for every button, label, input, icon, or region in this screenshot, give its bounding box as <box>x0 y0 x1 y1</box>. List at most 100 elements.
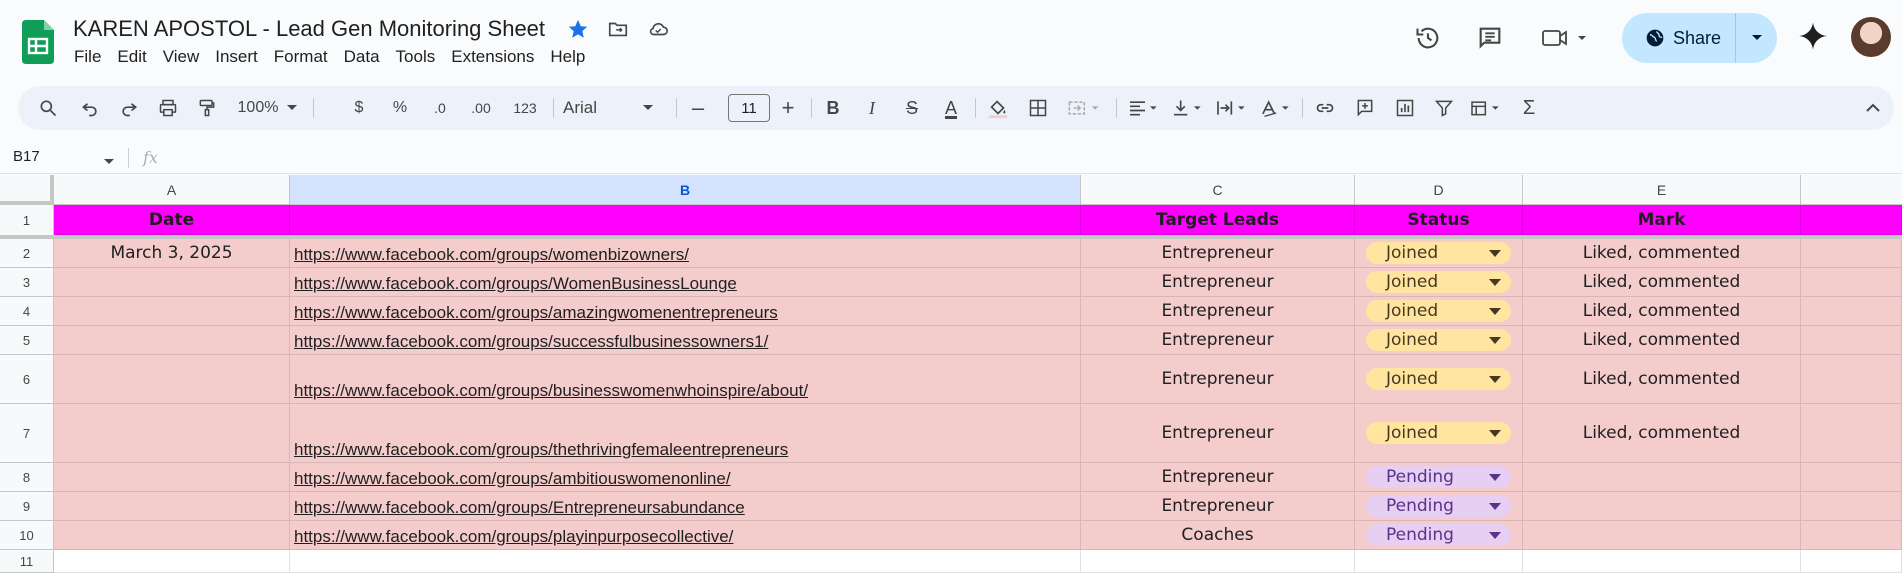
header-date[interactable]: Date <box>54 205 290 235</box>
cell-date[interactable] <box>54 326 290 355</box>
status-chip[interactable]: Joined <box>1366 329 1511 351</box>
chip-dropdown-icon[interactable] <box>1489 278 1501 286</box>
cell-status[interactable]: Joined <box>1355 297 1523 326</box>
borders-icon[interactable] <box>1021 86 1055 130</box>
cell-empty[interactable] <box>1801 404 1902 463</box>
meet-call-icon[interactable] <box>1540 22 1596 54</box>
star-icon[interactable] <box>565 16 591 42</box>
status-chip[interactable]: Pending <box>1366 524 1511 546</box>
cell-target-leads[interactable]: Coaches <box>1081 521 1355 550</box>
text-wrapping-icon[interactable] <box>1210 86 1256 130</box>
share-dropdown-icon[interactable] <box>1736 33 1777 43</box>
cell-url[interactable]: https://www.facebook.com/groups/womenbiz… <box>290 239 1081 268</box>
cell-target-leads[interactable]: Entrepreneur <box>1081 492 1355 521</box>
cell-date[interactable] <box>54 463 290 492</box>
chip-dropdown-icon[interactable] <box>1489 336 1501 344</box>
header-empty[interactable] <box>1801 205 1902 235</box>
cell-row11[interactable] <box>1081 550 1355 573</box>
increase-font-size[interactable]: + <box>772 86 804 130</box>
italic-button[interactable]: I <box>855 86 889 130</box>
version-history-icon[interactable] <box>1412 22 1444 54</box>
gemini-sparkle-icon[interactable] <box>1797 20 1829 52</box>
cell-empty[interactable] <box>1801 355 1902 404</box>
cell-row11[interactable] <box>54 550 290 573</box>
cell-row11[interactable] <box>1355 550 1523 573</box>
cell-status[interactable]: Joined <box>1355 355 1523 404</box>
paint-format-icon[interactable] <box>191 86 223 130</box>
chip-dropdown-icon[interactable] <box>1489 502 1501 510</box>
cell-url[interactable]: https://www.facebook.com/groups/successf… <box>290 326 1081 355</box>
row-header[interactable]: 11 <box>0 550 54 573</box>
menu-extensions[interactable]: Extensions <box>443 46 542 68</box>
menu-data[interactable]: Data <box>336 46 388 68</box>
menu-format[interactable]: Format <box>266 46 336 68</box>
column-header-c[interactable]: C <box>1081 175 1355 205</box>
header-url[interactable] <box>290 205 1081 235</box>
cell-target-leads[interactable]: Entrepreneur <box>1081 355 1355 404</box>
print-icon[interactable] <box>152 86 184 130</box>
row-header[interactable]: 2 <box>0 239 54 268</box>
format-percent[interactable]: % <box>385 86 415 130</box>
cell-status[interactable]: Joined <box>1355 326 1523 355</box>
cell-status[interactable]: Pending <box>1355 492 1523 521</box>
cell-target-leads[interactable]: Entrepreneur <box>1081 326 1355 355</box>
row-header[interactable]: 9 <box>0 492 54 521</box>
status-chip[interactable]: Pending <box>1366 495 1511 517</box>
filter-views-icon[interactable] <box>1464 86 1510 130</box>
share-button[interactable]: Share <box>1622 13 1777 63</box>
row-header[interactable]: 3 <box>0 268 54 297</box>
cell-row11[interactable] <box>1523 550 1801 573</box>
cell-empty[interactable] <box>1801 268 1902 297</box>
cell-url[interactable]: https://www.facebook.com/groups/WomenBus… <box>290 268 1081 297</box>
column-header-e[interactable]: E <box>1523 175 1801 205</box>
cell-date[interactable] <box>54 492 290 521</box>
menu-edit[interactable]: Edit <box>109 46 154 68</box>
move-to-folder-icon[interactable] <box>605 16 631 42</box>
more-formats[interactable]: 123 <box>505 86 545 130</box>
increase-decimal[interactable]: .00 <box>461 86 501 130</box>
cell-target-leads[interactable]: Entrepreneur <box>1081 239 1355 268</box>
font-size-input[interactable]: 11 <box>728 94 770 122</box>
cell-mark[interactable] <box>1523 492 1801 521</box>
horizontal-align-icon[interactable] <box>1122 86 1168 130</box>
decrease-font-size[interactable]: – <box>682 86 714 130</box>
row-header[interactable]: 5 <box>0 326 54 355</box>
insert-comment-icon[interactable] <box>1348 86 1382 130</box>
cell-date[interactable] <box>54 404 290 463</box>
column-header-f[interactable] <box>1801 175 1902 205</box>
cloud-status-icon[interactable] <box>645 16 671 42</box>
row-header[interactable]: 8 <box>0 463 54 492</box>
menu-view[interactable]: View <box>155 46 208 68</box>
status-chip[interactable]: Joined <box>1366 271 1511 293</box>
cell-url[interactable]: https://www.facebook.com/groups/Entrepre… <box>290 492 1081 521</box>
header-mark[interactable]: Mark <box>1523 205 1801 235</box>
cell-row11[interactable] <box>290 550 1081 573</box>
menu-tools[interactable]: Tools <box>388 46 444 68</box>
functions-icon[interactable]: Σ <box>1512 86 1546 130</box>
comments-icon[interactable] <box>1474 22 1506 54</box>
row-header[interactable]: 7 <box>0 404 54 463</box>
cell-url[interactable]: https://www.facebook.com/groups/playinpu… <box>290 521 1081 550</box>
text-rotation-icon[interactable] <box>1254 86 1300 130</box>
menu-help[interactable]: Help <box>542 46 593 68</box>
cell-status[interactable]: Pending <box>1355 463 1523 492</box>
status-chip[interactable]: Joined <box>1366 242 1511 264</box>
redo-icon[interactable] <box>113 86 145 130</box>
zoom-dropdown-icon[interactable] <box>282 86 302 130</box>
cell-target-leads[interactable]: Entrepreneur <box>1081 404 1355 463</box>
filter-icon[interactable] <box>1427 86 1461 130</box>
cell-mark[interactable]: Liked, commented <box>1523 239 1801 268</box>
font-dropdown-icon[interactable] <box>638 86 658 130</box>
cell-url[interactable]: https://www.facebook.com/groups/ambitiou… <box>290 463 1081 492</box>
collapse-toolbar-icon[interactable] <box>1858 86 1888 130</box>
account-avatar[interactable] <box>1851 17 1891 57</box>
insert-link-icon[interactable] <box>1308 86 1342 130</box>
cell-date[interactable] <box>54 268 290 297</box>
cell-mark[interactable]: Liked, commented <box>1523 404 1801 463</box>
cell-empty[interactable] <box>1801 239 1902 268</box>
chip-dropdown-icon[interactable] <box>1489 429 1501 437</box>
header-status[interactable]: Status <box>1355 205 1523 235</box>
row-header[interactable]: 1 <box>0 205 54 236</box>
column-header-a[interactable]: A <box>54 175 290 205</box>
header-target-leads[interactable]: Target Leads <box>1081 205 1355 235</box>
